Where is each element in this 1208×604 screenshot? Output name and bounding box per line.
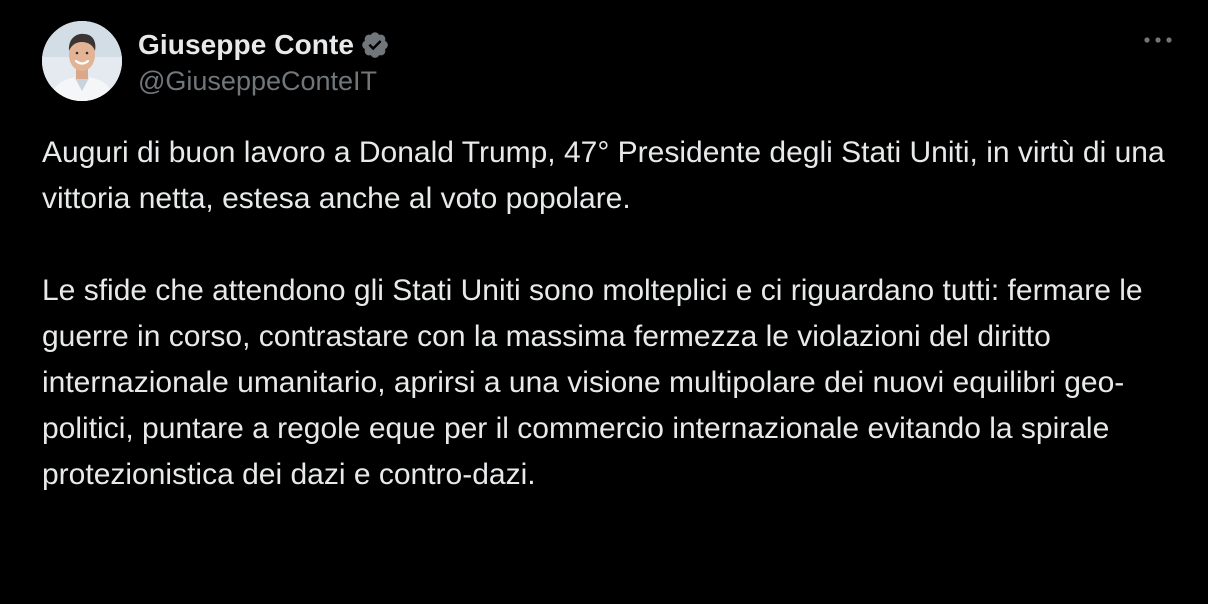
verified-badge-icon[interactable] [360, 30, 390, 60]
name-row: Giuseppe Conte [138, 26, 390, 64]
more-options-button[interactable] [1138, 24, 1178, 56]
tweet-text: Auguri di buon lavoro a Donald Trump, 47… [42, 130, 1182, 498]
tweet-paragraph: Le sfide che attendono gli Stati Uniti s… [42, 274, 1143, 491]
user-handle[interactable]: @GiuseppeConteIT [138, 66, 390, 97]
tweet-card: Giuseppe Conte @GiuseppeConteIT Auguri d… [0, 0, 1208, 604]
author-identity: Giuseppe Conte @GiuseppeConteIT [138, 26, 390, 97]
more-horizontal-icon [1144, 37, 1172, 43]
display-name[interactable]: Giuseppe Conte [138, 29, 354, 61]
tweet-header: Giuseppe Conte @GiuseppeConteIT [42, 20, 390, 102]
tweet-paragraph: Auguri di buon lavoro a Donald Trump, 47… [42, 136, 1165, 215]
profile-photo-icon [42, 21, 122, 101]
avatar[interactable] [42, 21, 122, 101]
